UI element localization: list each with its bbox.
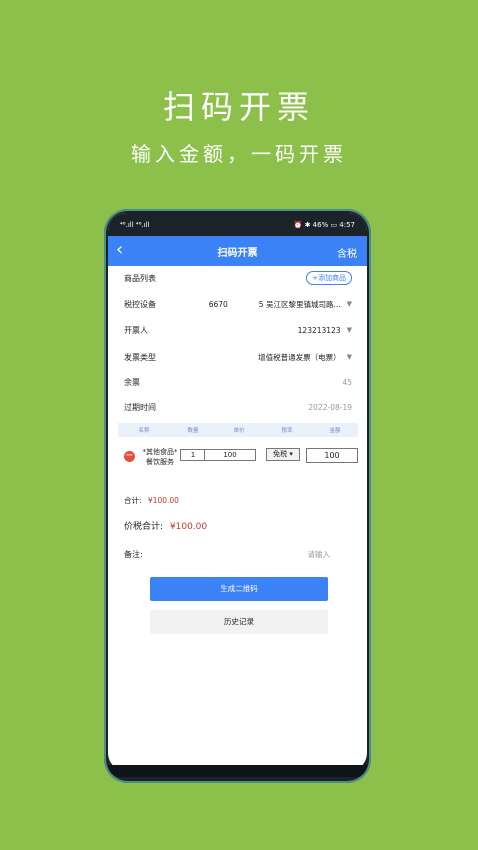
tax-device-row[interactable]: 税控设备 6670 5 吴江区黎里镇城司路... ▼ [124,294,352,314]
remove-item-icon[interactable]: − [124,451,135,462]
invoice-type-row[interactable]: 发票类型 增值税普通发票（电票） ▼ [124,347,352,367]
promo-subline: 输入金额，一码开票 [131,142,347,166]
drawer-value: 123213123 [297,325,341,335]
expiry-value: 2022-08-19 [308,402,352,412]
quantity-input[interactable]: 1 [180,449,206,461]
col-quantity: 数量 [187,428,199,434]
subtotal-value: ¥100.00 [147,496,179,505]
status-right: ⏰ ✱ 46% ▭ 4:57 [293,220,355,229]
tax-rate-select[interactable]: 免税 ▾ [266,448,300,461]
phone-bottom-bezel [108,765,367,777]
invoice-type-value: 增值税普通发票（电票） [258,352,341,362]
table-row: − *其他食品*餐饮服务 1 100 免税 ▾ 100 [118,443,358,483]
app-screen: ⁴⁶.ıll ⁴⁶.ıll ⏰ ✱ 46% ▭ 4:57 ‹ 扫码开票 含税 商… [108,213,367,771]
item-name: *其他食品*餐饮服务 [142,448,178,466]
remaining-value: 45 [342,377,352,387]
col-name: 名称 [138,428,150,434]
product-list-row: 商品列表 +添加商品 [124,268,352,288]
generate-qr-button[interactable]: 生成二维码 [150,577,328,601]
status-bar: ⁴⁶.ıll ⁴⁶.ıll ⏰ ✱ 46% ▭ 4:57 [108,213,367,236]
tax-device-label: 税控设备 [124,299,156,309]
invoice-type-label: 发票类型 [124,352,156,362]
signal-indicators: ⁴⁶.ıll ⁴⁶.ıll [120,220,150,229]
chevron-down-icon: ▼ [346,300,352,308]
col-tax-rate: 税率 [281,428,293,434]
drawer-row[interactable]: 开票人 123213123 ▼ [124,320,352,340]
product-list-label: 商品列表 [124,273,156,283]
chevron-down-icon: ▼ [346,326,352,334]
history-button[interactable]: 历史记录 [150,610,328,634]
unit-price-input[interactable]: 100 [204,449,256,461]
promo-headline: 扫码开票 [162,88,315,126]
remaining-label: 余票 [124,377,140,387]
amount-input[interactable]: 100 [306,448,358,463]
subtotal-line: 合计: ¥100.00 [124,495,179,506]
total-label: 价税合计: [124,522,164,532]
expiry-label: 过期时间 [124,402,156,412]
back-icon[interactable]: ‹ [116,239,123,260]
col-unit-price: 单价 [233,428,245,434]
remark-input[interactable]: 请输入 [308,549,331,560]
item-table-header: 名称 数量 单价 税率 金额 [118,423,358,437]
total-value: ¥100.00 [169,522,208,532]
add-product-button[interactable]: +添加商品 [306,271,352,285]
tax-device-value: 6670 5 吴江区黎里镇城司路... [208,299,341,309]
subtotal-label: 合计: [124,496,142,505]
expiry-row: 过期时间 2022-08-19 [124,397,352,417]
chevron-down-icon: ▼ [346,353,352,361]
remark-row: 备注: 请输入 [124,544,330,564]
page-title: 扫码开票 [217,247,258,259]
remaining-row: 余票 45 [124,372,352,392]
col-amount: 金额 [329,428,341,434]
remark-label: 备注: [124,549,143,559]
tax-included-toggle[interactable]: 含税 [337,245,357,260]
nav-bar: ‹ 扫码开票 含税 [108,236,367,266]
drawer-label: 开票人 [124,325,148,335]
total-line: 价税合计: ¥100.00 [124,519,207,532]
